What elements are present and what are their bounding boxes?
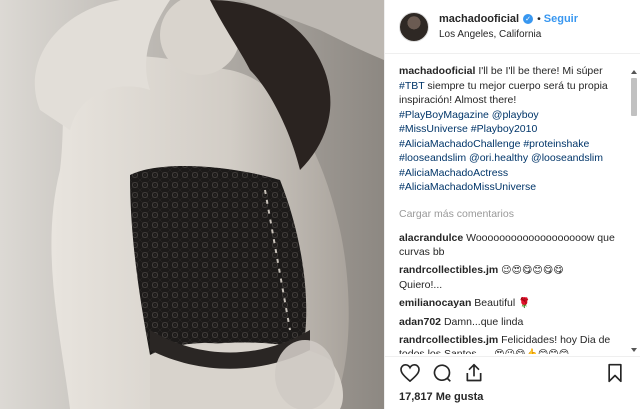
comment-icon[interactable] [431,362,453,384]
caption-hashtag[interactable]: #TBT [399,80,424,92]
heart-icon[interactable] [399,362,421,384]
post-actions: 17,817 Me gusta [385,356,640,409]
comment-item: randrcollectibles.jm 😉😍😋😊😋😋 Quiero!... [399,263,622,292]
comment-username[interactable]: emilianocayan [399,297,471,309]
comment-item: randrcollectibles.jm Felicidades! hoy Di… [399,333,622,355]
post-image [0,0,384,409]
likes-number: 17,817 [399,391,433,403]
caption-username[interactable]: machadooficial [399,65,475,77]
caption-hashtag[interactable]: #AliciaMachadoChallenge #proteinshake [399,138,589,150]
caption-hashtag[interactable]: #looseandslim @ori.healthy @looseandslim [399,152,603,164]
separator: • [537,12,541,25]
post-panel: machadooficial ✓ • Seguir Los Angeles, C… [384,0,640,409]
comment-username[interactable]: randrcollectibles.jm [399,264,498,276]
bookmark-icon[interactable] [604,362,626,384]
scrollbar-thumb[interactable] [631,78,637,116]
comment-text: Quiero!... [399,278,443,291]
verified-badge-icon: ✓ [523,14,534,24]
header-username[interactable]: machadooficial [439,12,519,27]
comment-text: Beautiful [474,296,516,309]
comment-text: Damn...que linda [443,315,524,328]
load-more-comments[interactable]: Cargar más comentarios [399,208,622,220]
likes-label: Me gusta [435,391,484,403]
location-link[interactable]: Los Angeles, California [439,27,578,42]
scroll-up-icon[interactable] [631,70,637,74]
avatar[interactable] [399,11,429,42]
scroll-down-icon[interactable] [631,348,637,352]
comment-item: adan702 Damn...que linda [399,315,622,329]
comment-username[interactable]: randrcollectibles.jm [399,334,498,346]
caption-hashtag[interactable]: #PlayBoyMagazine @playboy [399,109,539,121]
post-photo[interactable] [0,0,384,409]
likes-count[interactable]: 17,817 Me gusta [399,391,626,403]
comment-emoji: 😉😍😋😊😋😋 [501,264,564,276]
post-header: machadooficial ✓ • Seguir Los Angeles, C… [385,0,640,54]
caption-hashtag[interactable]: #MissUniverse #Playboy2010 [399,123,537,135]
caption-hashtag[interactable]: #AliciaMachadoActress [399,167,508,179]
comment-username[interactable]: adan702 [399,316,441,328]
caption-text-2: siempre tu mejor cuerpo será tu propia i… [399,79,608,107]
share-icon[interactable] [463,362,485,384]
comment-item: alacrandulce Wooooooooooooooooooow que c… [399,231,622,259]
caption-text: I'll be I'll be there! Mi súper [478,65,603,77]
comment-item: emilianocayan Beautiful 🌹 [399,296,622,311]
caption: machadooficial I'll be I'll be there! Mi… [399,64,622,195]
comments-list[interactable]: machadooficial I'll be I'll be there! Mi… [385,64,630,354]
comment-username[interactable]: alacrandulce [399,232,463,244]
caption-hashtag[interactable]: #AliciaMachadoMissUniverse [399,181,536,193]
comments-scrollbar[interactable] [630,68,638,354]
comment-emoji: 🌹 [518,297,531,309]
follow-button[interactable]: Seguir [544,12,578,27]
comment-emoji: 😍😉😋👍😊😊😊 [494,348,570,355]
